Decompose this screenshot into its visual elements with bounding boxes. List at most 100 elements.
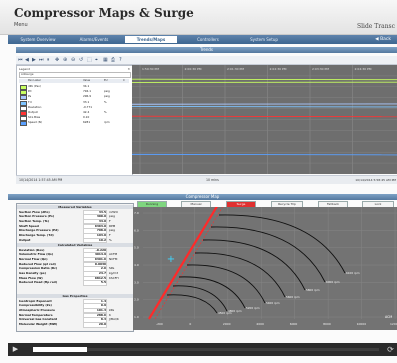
map-x-tick: -200 [156,322,163,326]
map-x-tick: 2000 [223,322,231,326]
trend-time-tick: 2:01:30 PM [227,67,244,71]
legend-col-value: Value [83,79,91,82]
pan-icon[interactable]: ✥ [55,57,59,63]
speed-line-label: 5600 rpm [286,295,300,299]
speed-line-label: 5800 rpm [306,288,320,292]
trend-series-line [131,78,397,81]
map-x-tick: 6000 [290,322,298,326]
time-start: 10/14/2014 1:57:45 AM PM [19,178,63,182]
trend-time-tick: 2:03:30 PM [312,67,329,71]
legend-col-label: Pen Label [28,79,41,82]
variable-value: 19.2 [83,237,107,244]
speed-line [166,294,218,314]
map-y-tick: 5.0 [134,246,139,250]
trend-time-tick: 2:02:30 PM [270,67,287,71]
trend-series-line [131,105,397,108]
gas-section-title: Gas Properties [17,294,133,298]
print-icon[interactable]: ⎙ [111,57,115,63]
compressor-map-header: Compressor Map [8,194,397,200]
trend-time-bar: 10/14/2014 1:57:45 AM PM 10 mins 10/14/2… [16,175,397,184]
trend-time-tick: 2:04:30 PM [355,67,372,71]
legend-group-select[interactable]: Antisurge [19,72,131,78]
trend-series-line [131,153,397,156]
map-x-tick: 12000 [390,322,397,326]
legend-col-c: C [123,79,125,82]
trend-time-tick: 2:00:30 PM [185,67,202,71]
trend-chart: 1:59:30 PM 2:00:30 PM 2:01:30 PM 2:02:30 PM… [131,65,397,174]
map-y-tick: 4.0 [134,263,139,267]
time-span: 10 mins [206,178,219,182]
speed-line-label: 5200 rpm [246,306,260,310]
pause-icon[interactable]: ⏸ [47,57,50,63]
variable-label: Molecular Weight (MW) [19,322,58,326]
legend-col-eu: EU [104,79,108,82]
zoom-out-icon[interactable]: ⊖ [71,57,75,63]
map-corner-label: ACM [385,315,392,319]
tab-trends-maps[interactable]: Trends/Maps [125,36,177,43]
map-y-tick: 1.0 [134,315,139,319]
legend-header: Pen Label Value EU C [19,79,129,83]
speed-line [172,285,228,312]
speed-line-label: 6100 rpm [346,271,360,275]
reset-icon[interactable]: ↺ [79,57,83,63]
trend-plot-area[interactable]: 1:59:30 PM 2:00:30 PM 2:01:30 PM 2:02:30 PM… [131,65,397,174]
trends-panel-header: Trends [16,47,397,53]
calculated-row: Reduced Head (Hp red) 5.5 [17,280,133,286]
tab-controllers[interactable]: Controllers [182,36,234,43]
next-page-icon[interactable]: ▶ [32,57,36,63]
map-x-tick: 10000 [357,322,367,326]
speed-line-label: 4500 rpm [218,311,232,315]
progress-filled[interactable] [33,347,87,352]
map-y-tick: 7.0 [134,211,139,215]
legend-label: Speed (N) [28,120,42,125]
tab-system-overview[interactable]: System Overview [12,36,64,43]
measured-section-title: Measured Variables [17,205,133,209]
last-page-icon[interactable]: ⏭ [39,57,44,63]
legend-row[interactable]: Speed (N) 6281 rpm [19,120,129,127]
progress-track[interactable] [87,348,379,351]
tab-alarms-events[interactable]: Alarms/Events [68,36,120,43]
help-icon[interactable]: ? [119,57,122,63]
slide-title: Slide Transc [357,23,395,30]
legend-close-icon[interactable]: ✕ [127,67,130,71]
gas-row: Molecular Weight (MW) 20.0 [17,322,133,328]
menu-link[interactable]: Menu [14,22,28,28]
variables-table: Measured Variables Calculated Variables … [16,203,134,332]
select-icon[interactable]: ⬚ [87,57,92,63]
trend-series-line [131,115,397,118]
trends-title: Trends [199,47,214,52]
page-title: Compressor Maps & Surge [14,6,194,20]
replay-icon[interactable]: ⟳ [386,345,395,354]
nav-tabs: System Overview Alarms/Events Trends/Map… [8,35,397,44]
play-icon[interactable]: ▶ [11,345,20,354]
calculated-section-title: Calculated Variables [17,243,133,247]
legend-eu: rpm [104,120,110,125]
tab-system-setup[interactable]: System Setup [238,36,290,43]
grid-icon[interactable]: ▦ [103,57,108,63]
cursor-icon[interactable]: ⌖ [95,57,98,63]
speed-line [178,276,246,309]
variable-label: Reduced Head (Hp red) [19,280,58,285]
map-y-tick: 2.0 [134,298,139,302]
map-x-tick: 4000 [256,322,264,326]
trend-time-tick: 1:59:30 PM [142,67,159,71]
speed-line [218,214,346,274]
back-label: Back [380,37,391,42]
time-end: 10/14/2014 5:58:45 AM PM [355,178,396,182]
variable-value: 5.5 [83,280,107,286]
variable-unit: % [109,237,112,242]
trend-toolbar: ⏮ ◀ ▶ ⏭ ⏸ ✥ ⊕ ⊖ ↺ ⬚ ⌖ ▦ ⎙ ? [16,56,397,65]
surge-control-line [154,202,226,320]
variable-value: 20.0 [83,322,107,328]
compressor-map-plot[interactable]: -200 0 2000 4000 6000 8000 10000 12000 7.0 6.0 5.0… [133,202,397,330]
prev-page-icon[interactable]: ◀ [25,57,29,63]
legend-swatch [20,121,27,127]
zoom-in-icon[interactable]: ⊕ [63,57,67,63]
back-button[interactable]: ◀ Back [375,35,391,44]
variable-label: Output [19,237,31,242]
measured-row: Output 19.2% [17,237,133,244]
operating-point-marker: + [167,254,175,265]
first-page-icon[interactable]: ⏮ [18,57,23,63]
map-y-tick: 3.0 [134,280,139,284]
compressor-map-title: Compressor Map [185,194,220,199]
